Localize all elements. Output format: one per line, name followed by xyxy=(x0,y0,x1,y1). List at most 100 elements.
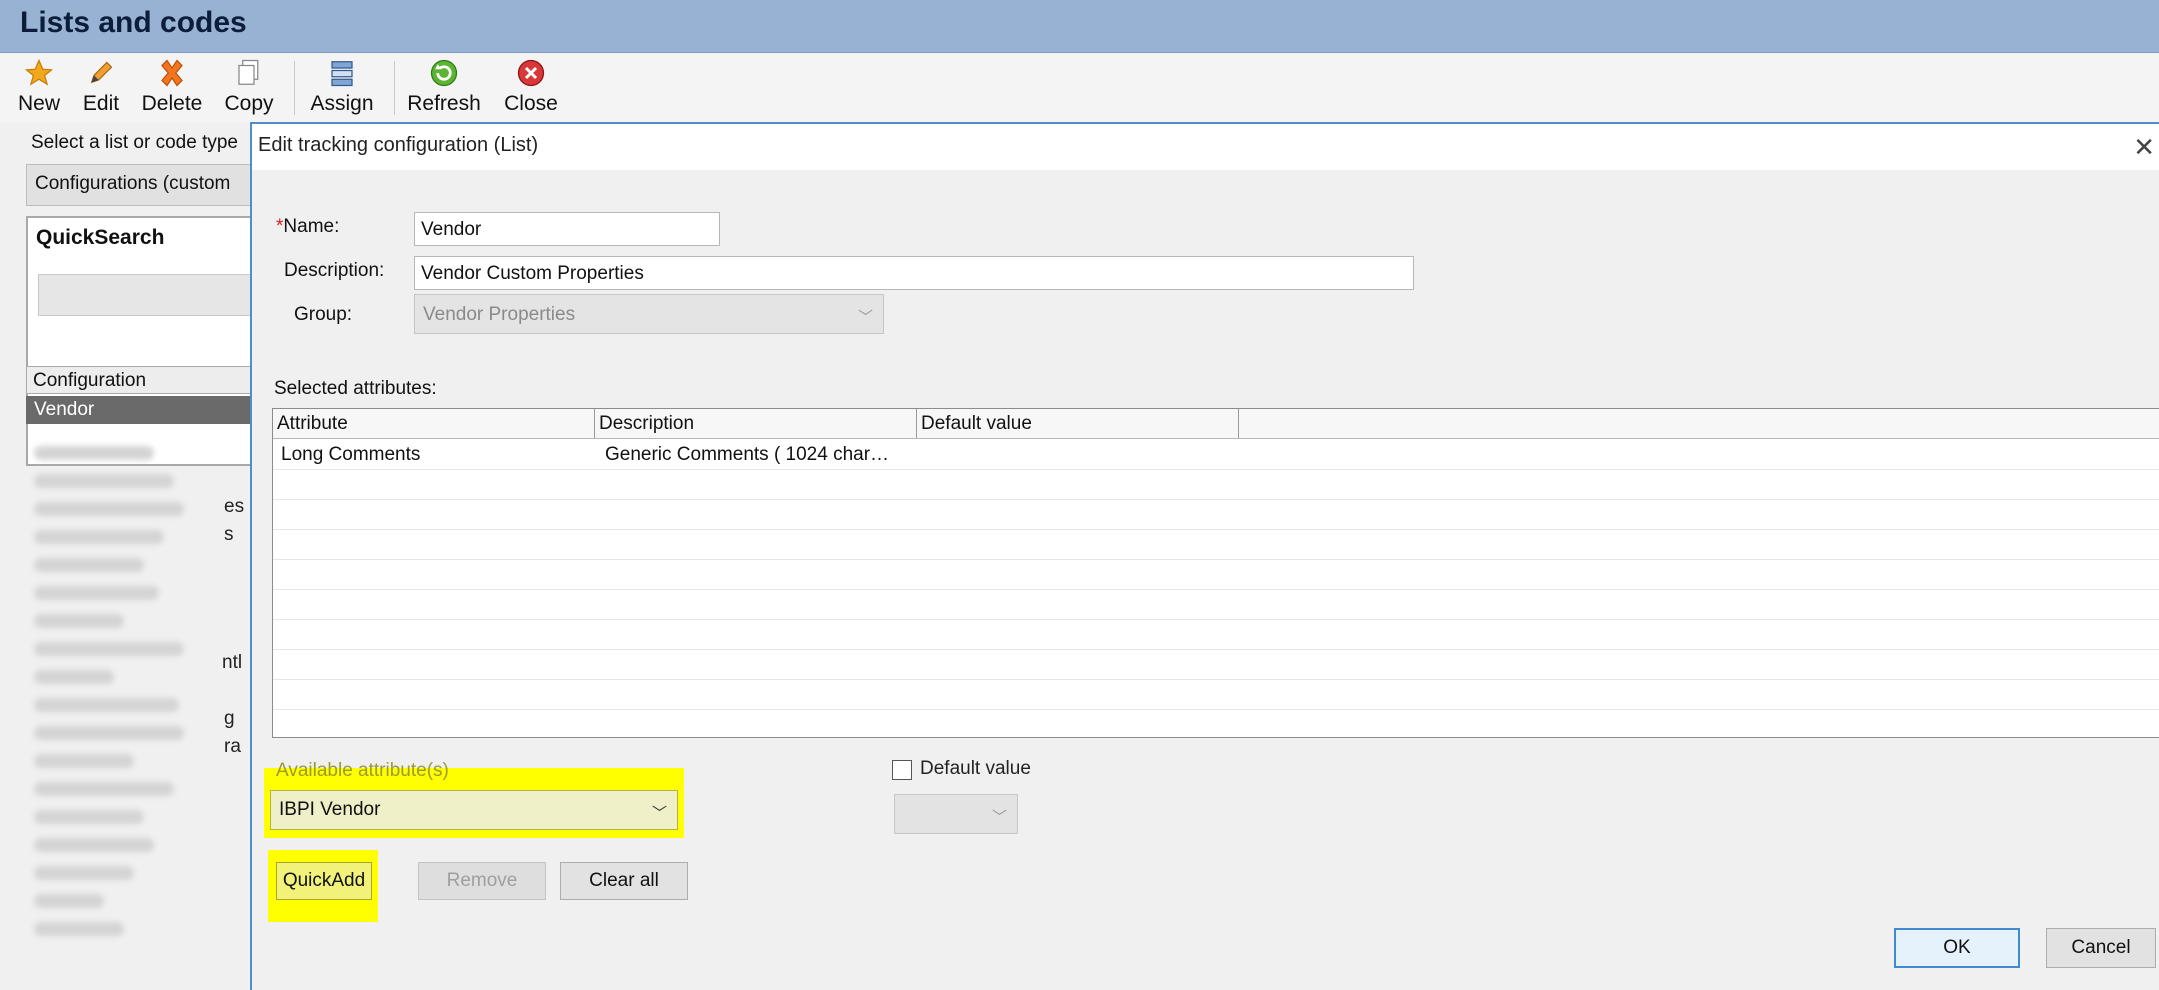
row-divider xyxy=(273,649,2159,650)
list-item[interactable] xyxy=(34,754,134,768)
cancel-button[interactable]: Cancel xyxy=(2046,928,2156,968)
cell-attribute: Long Comments xyxy=(281,444,421,465)
assign-label: Assign xyxy=(310,92,374,115)
partial-text: g xyxy=(224,708,235,729)
copy-icon xyxy=(229,55,269,91)
refresh-button[interactable]: Refresh xyxy=(406,55,482,119)
new-label: New xyxy=(17,92,60,115)
assign-button[interactable]: Assign xyxy=(306,55,378,119)
selected-attributes-table: Attribute Description Default value Long… xyxy=(272,408,2159,738)
group-label: Group: xyxy=(294,304,353,325)
chevron-down-icon: ﹀ xyxy=(651,805,667,822)
pencil-icon xyxy=(81,55,121,91)
assign-icon xyxy=(322,55,362,91)
cell-description: Generic Comments ( 1024 char… xyxy=(605,444,890,465)
copy-label: Copy xyxy=(224,92,274,115)
close-circle-icon xyxy=(511,55,551,91)
name-field[interactable]: Vendor xyxy=(414,212,720,246)
copy-button[interactable]: Copy xyxy=(220,55,278,119)
list-item[interactable] xyxy=(34,474,174,488)
quicksearch-panel: QuickSearch xyxy=(26,216,256,466)
left-panel: Select a list or code type Configuration… xyxy=(0,124,256,988)
ok-button[interactable]: OK xyxy=(1894,928,2020,968)
clear-all-button[interactable]: Clear all xyxy=(560,862,688,900)
partial-text: es xyxy=(224,496,245,517)
list-item[interactable] xyxy=(34,810,144,824)
column-header-default-value[interactable]: Default value xyxy=(917,409,1239,438)
list-item[interactable] xyxy=(34,838,154,852)
chevron-down-icon: ﹀ xyxy=(991,809,1007,826)
chevron-down-icon: ﹀ xyxy=(857,309,873,326)
name-label: *Name: xyxy=(276,216,339,238)
configuration-row-selected[interactable]: Vendor xyxy=(26,396,256,424)
list-type-select[interactable]: Configurations (custom xyxy=(26,164,256,206)
delete-x-icon xyxy=(152,55,192,91)
list-type-prompt: Select a list or code type xyxy=(31,132,238,153)
row-divider xyxy=(273,559,2159,560)
toolbar-separator xyxy=(294,61,295,115)
default-value-select[interactable]: ﹀ xyxy=(894,794,1018,834)
list-item[interactable] xyxy=(34,530,164,544)
row-divider xyxy=(273,709,2159,710)
list-item[interactable] xyxy=(34,782,174,796)
quicksearch-input[interactable] xyxy=(38,274,256,316)
row-divider xyxy=(273,469,2159,470)
partial-text: ntl xyxy=(222,652,243,673)
name-label-text: Name: xyxy=(283,216,340,237)
edit-button[interactable]: Edit xyxy=(78,55,124,119)
description-label: Description: xyxy=(284,260,385,281)
edit-tracking-configuration-dialog: Edit tracking configuration (List) ✕ *Na… xyxy=(250,122,2159,990)
row-divider xyxy=(273,589,2159,590)
partial-text: s xyxy=(224,524,234,545)
row-divider xyxy=(273,679,2159,680)
list-item[interactable] xyxy=(34,698,179,712)
list-item[interactable] xyxy=(34,726,184,740)
configuration-column-header[interactable]: Configuration xyxy=(26,366,256,394)
close-button[interactable]: Close xyxy=(500,55,562,119)
remove-button[interactable]: Remove xyxy=(418,862,546,900)
selected-attributes-label: Selected attributes: xyxy=(274,378,437,399)
refresh-label: Refresh xyxy=(407,92,481,115)
available-attributes-value: IBPI Vendor xyxy=(279,799,381,820)
list-item[interactable] xyxy=(34,614,124,628)
list-item[interactable] xyxy=(34,446,154,460)
delete-button[interactable]: Delete xyxy=(138,55,206,119)
partial-text: ra xyxy=(224,736,241,757)
refresh-icon xyxy=(424,55,464,91)
edit-label: Edit xyxy=(82,92,120,115)
list-item[interactable] xyxy=(34,586,159,600)
list-item[interactable] xyxy=(34,866,134,880)
column-header-attribute[interactable]: Attribute xyxy=(273,409,595,438)
dialog-title: Edit tracking configuration (List) xyxy=(258,134,539,156)
quickadd-button[interactable]: QuickAdd xyxy=(276,862,372,900)
dialog-title-bar: Edit tracking configuration (List) ✕ xyxy=(252,124,2159,170)
column-header-description[interactable]: Description xyxy=(595,409,917,438)
list-item[interactable] xyxy=(34,670,114,684)
list-item[interactable] xyxy=(34,558,144,572)
row-divider xyxy=(273,619,2159,620)
delete-label: Delete xyxy=(141,92,203,115)
new-button[interactable]: New xyxy=(14,55,64,119)
dialog-close-icon[interactable]: ✕ xyxy=(2133,132,2155,163)
star-icon xyxy=(19,55,59,91)
toolbar-separator xyxy=(394,61,395,115)
available-attributes-label: Available attribute(s) xyxy=(276,760,449,781)
close-label: Close xyxy=(504,92,558,115)
window-title-bar: Lists and codes xyxy=(0,0,2159,53)
window-title: Lists and codes xyxy=(20,6,247,39)
list-item[interactable] xyxy=(34,922,124,936)
list-item[interactable] xyxy=(34,894,104,908)
group-select[interactable]: Vendor Properties ﹀ xyxy=(414,294,884,334)
default-value-label: Default value xyxy=(920,758,1031,779)
quicksearch-title: QuickSearch xyxy=(36,226,165,249)
group-select-value: Vendor Properties xyxy=(423,304,576,325)
table-header: Attribute Description Default value xyxy=(273,409,2159,439)
row-divider xyxy=(273,499,2159,500)
row-divider xyxy=(273,529,2159,530)
description-field[interactable]: Vendor Custom Properties xyxy=(414,256,1414,290)
default-value-checkbox[interactable] xyxy=(892,760,912,780)
list-item[interactable] xyxy=(34,502,184,516)
available-attributes-select[interactable]: IBPI Vendor ﹀ xyxy=(270,790,678,830)
list-item[interactable] xyxy=(34,642,184,656)
toolbar: New Edit Delete Copy Assign Refresh Clos… xyxy=(0,53,2159,123)
